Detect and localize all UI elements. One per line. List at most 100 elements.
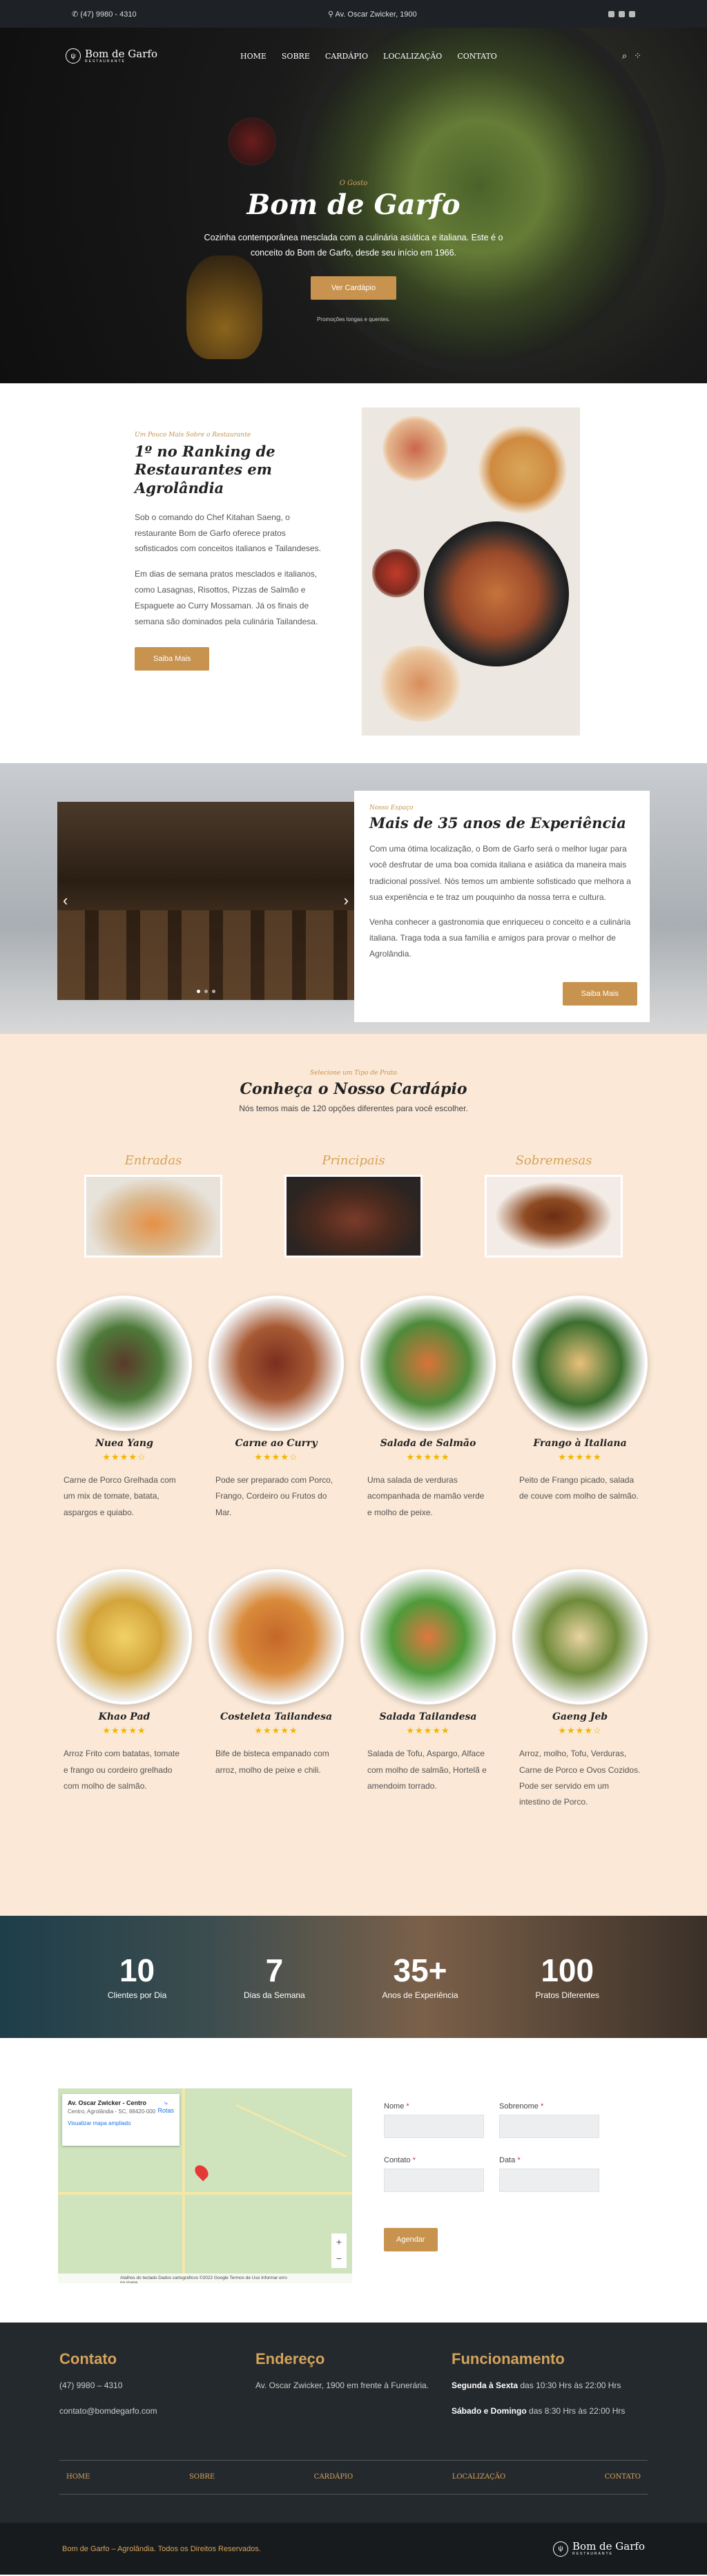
dish-card[interactable]: Salada de Salmão ★★★★★ Uma salada de ver… (360, 1296, 496, 1521)
facebook-icon[interactable] (608, 10, 614, 17)
grid-menu-icon[interactable]: ⁘ (634, 50, 641, 61)
dish-card[interactable]: Costeleta Tailandesa ★★★★★ Bife de biste… (209, 1569, 344, 1811)
top-phone[interactable]: ✆ (47) 9980 - 4310 (72, 10, 137, 19)
dish-description: Peito de Frango picado, salada de couve … (519, 1475, 639, 1501)
dish-name: Khao Pad (98, 1711, 151, 1723)
rating-stars: ★★★★★ (254, 1725, 298, 1736)
stat-days: 7 Dias da Semana (244, 1952, 305, 2000)
dish-card[interactable]: Khao Pad ★★★★★ Arroz Frito com batatas, … (57, 1569, 192, 1811)
directions-icon: ⤷ (164, 2099, 168, 2106)
schedule-button[interactable]: Agendar (384, 2228, 438, 2251)
dishes-grid: Nuea Yang ★★★★☆ Carne de Porco Grelhada … (57, 1296, 650, 1811)
name-input[interactable] (384, 2115, 484, 2138)
category-image (485, 1175, 623, 1258)
search-icon[interactable]: ⌕ (622, 50, 627, 61)
experience-title: Mais de 35 anos de Experiência (369, 814, 626, 832)
dish-card[interactable]: Carne ao Curry ★★★★☆ Pode ser preparado … (209, 1296, 344, 1521)
map-info-card: Av. Oscar Zwicker - Centro Centro, Agrol… (62, 2094, 180, 2146)
footer-phone[interactable]: (47) 9980 – 4310 (59, 2378, 255, 2394)
footer-nav-home[interactable]: HOME (66, 2473, 90, 2481)
slider-dot[interactable] (204, 990, 208, 993)
logo[interactable]: ψ Bom de Garfo RESTAURANTE (66, 48, 157, 64)
zoom-in-icon[interactable]: + (331, 2233, 347, 2250)
hero-content: O Gosto Bom de Garfo Cozinha contemporân… (0, 180, 707, 323)
footer-email[interactable]: contato@bomdegarfo.com (59, 2403, 255, 2419)
zoom-out-icon[interactable]: − (331, 2250, 347, 2267)
map-pin-icon: ⚲ (327, 10, 334, 19)
menu-kicker: Selecione um Tipo de Prato (310, 1070, 397, 1077)
dish-image (209, 1569, 344, 1705)
top-address[interactable]: ⚲ Av. Oscar Zwicker, 1900 (328, 10, 417, 19)
dish-description: Carne de Porco Grelhada com um mix de to… (64, 1475, 176, 1517)
map-route-button[interactable]: ⤷ Rotas (157, 2099, 174, 2114)
slider-dot[interactable] (196, 990, 200, 993)
category-principais[interactable]: Principais (284, 1153, 423, 1258)
experience-card: Nosso Espaço Mais de 35 anos de Experiên… (354, 791, 650, 1022)
chevron-right-icon[interactable]: › (344, 892, 349, 910)
footer-nav-cardapio[interactable]: CARDÁPIO (314, 2473, 354, 2481)
nav-item-localizacao[interactable]: LOCALIZAÇÃO (383, 52, 442, 61)
dish-image (512, 1296, 648, 1431)
dish-description: Arroz, molho, Tofu, Verduras, Carne de P… (519, 1749, 641, 1807)
dish-card[interactable]: Nuea Yang ★★★★☆ Carne de Porco Grelhada … (57, 1296, 192, 1521)
view-menu-button[interactable]: Ver Cardápio (310, 276, 397, 300)
stats-section: 10 Clientes por Dia 7 Dias da Semana 35+ An… (0, 1916, 707, 2038)
nav-item-cardapio[interactable]: CARDÁPIO (325, 52, 368, 61)
contact-field: Contato * (384, 2156, 484, 2192)
slider-dot[interactable] (211, 990, 215, 993)
dish-name: Carne ao Curry (235, 1438, 318, 1449)
social-links (608, 10, 635, 17)
experience-paragraph-2: Venha conhecer a gastronomia que enrique… (369, 916, 631, 959)
dish-card[interactable]: Salada Tailandesa ★★★★★ Salada de Tofu, … (360, 1569, 496, 1811)
slider-dots (57, 990, 354, 993)
rating-stars: ★★★★★ (406, 1725, 450, 1736)
experience-more-button[interactable]: Saiba Mais (562, 982, 637, 1006)
footer-logo[interactable]: ψ Bom de Garfo RESTAURANTE (553, 2541, 645, 2557)
about-paragraph-2: Em dias de semana pratos mesclados e ita… (135, 569, 318, 626)
date-input[interactable] (499, 2169, 599, 2192)
phone-icon: ✆ (72, 10, 79, 19)
logo-name: Bom de Garfo (85, 47, 157, 60)
dish-image (57, 1569, 192, 1705)
contact-input[interactable] (384, 2169, 484, 2192)
instagram-icon[interactable] (619, 10, 625, 17)
footer: Contato (47) 9980 – 4310 contato@bomdega… (0, 2323, 707, 2523)
about-title: 1º no Ranking de Restaurantes em Agrolân… (135, 443, 275, 497)
category-sobremesas[interactable]: Sobremesas (485, 1153, 623, 1258)
dish-name: Costeleta Tailandesa (220, 1711, 333, 1723)
dish-name: Nuea Yang (95, 1438, 153, 1449)
footer-nav-contato[interactable]: CONTATO (605, 2473, 641, 2481)
hero-title: Bom de Garfo (246, 189, 461, 221)
about-kicker: Um Pouco Mais Sobre o Restaurante (135, 432, 251, 439)
about-more-button[interactable]: Saiba Mais (135, 647, 210, 671)
stat-years: 35+ Anos de Experiência (382, 1952, 458, 2000)
stat-dishes: 100 Pratos Diferentes (535, 1952, 600, 2000)
dish-card[interactable]: Gaeng Jeb ★★★★☆ Arroz, molho, Tofu, Verd… (512, 1569, 648, 1811)
footer-nav-localizacao[interactable]: LOCALIZAÇÃO (452, 2473, 506, 2481)
location-map[interactable]: Av. Oscar Zwicker - Centro Centro, Agrol… (58, 2088, 352, 2283)
whatsapp-icon[interactable] (629, 10, 635, 17)
map-zoom-control[interactable]: + − (331, 2233, 347, 2268)
nav-item-sobre[interactable]: SOBRE (282, 52, 310, 61)
map-enlarge-link[interactable]: Visualizar mapa ampliado (68, 2120, 174, 2126)
dish-description: Arroz Frito com batatas, tomate e frango… (64, 1749, 180, 1791)
nav-item-contato[interactable]: CONTATO (457, 52, 497, 61)
dish-card[interactable]: Frango à Italiana ★★★★★ Peito de Frango … (512, 1296, 648, 1521)
footer-hours: Funcionamento Segunda à Sexta das 10:30 … (452, 2350, 626, 2416)
surname-input[interactable] (499, 2115, 599, 2138)
chevron-left-icon[interactable]: ‹ (63, 892, 68, 910)
name-field: Nome * (384, 2102, 484, 2138)
restaurant-slider[interactable]: ‹ › (57, 802, 354, 1000)
main-nav: ψ Bom de Garfo RESTAURANTE HOME SOBRE CA… (0, 40, 707, 72)
nav-item-home[interactable]: HOME (240, 52, 267, 61)
footer-nav-sobre[interactable]: SOBRE (189, 2473, 215, 2481)
map-pin-icon[interactable] (192, 2162, 211, 2182)
dish-description: Salada de Tofu, Aspargo, Alface com molh… (367, 1749, 487, 1791)
category-entradas[interactable]: Entradas (84, 1153, 222, 1258)
hero-section: ψ Bom de Garfo RESTAURANTE HOME SOBRE CA… (0, 28, 707, 383)
about-text: Um Pouco Mais Sobre o Restaurante 1º no … (135, 407, 325, 763)
bottom-bar: Bom de Garfo – Agrolândia. Todos os Dire… (0, 2523, 707, 2575)
footer-contact: Contato (47) 9980 – 4310 contato@bomdega… (59, 2350, 255, 2430)
dish-description: Pode ser preparado com Porco, Frango, Co… (215, 1475, 333, 1517)
dish-name: Salada Tailandesa (379, 1711, 477, 1723)
